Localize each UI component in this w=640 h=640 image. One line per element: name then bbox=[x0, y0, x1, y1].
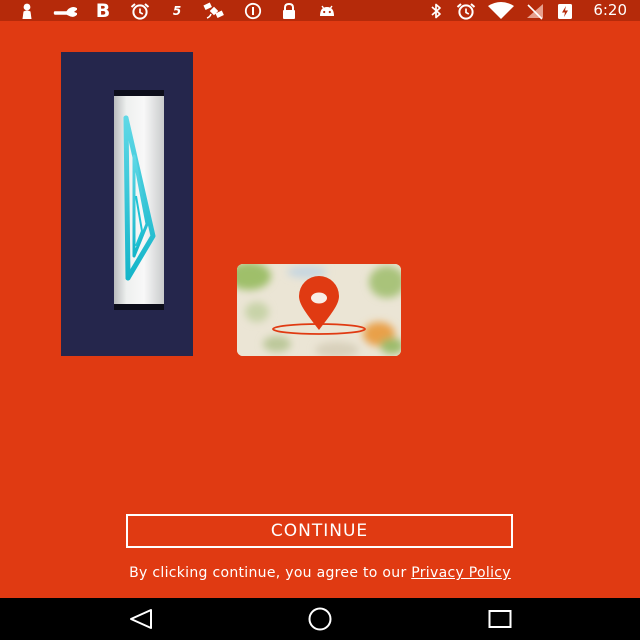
back-icon[interactable] bbox=[121, 606, 161, 632]
satellite-icon bbox=[200, 0, 228, 21]
five-icon: 5 bbox=[172, 3, 182, 18]
bluetooth-icon bbox=[426, 0, 446, 21]
wrench-icon bbox=[52, 0, 78, 21]
battery-charging-icon bbox=[556, 0, 574, 21]
consent-label: By clicking continue, you agree to our bbox=[129, 565, 412, 581]
home-icon[interactable] bbox=[300, 606, 340, 632]
app-logo-card bbox=[114, 90, 164, 310]
wifi-icon bbox=[486, 0, 516, 21]
no-signal-icon bbox=[523, 0, 547, 21]
app-logo-tile bbox=[61, 52, 193, 356]
android-icon bbox=[316, 0, 338, 21]
continue-button[interactable]: CONTINUE bbox=[126, 514, 513, 548]
privacy-policy-link[interactable]: Privacy Policy bbox=[411, 565, 511, 581]
info-icon bbox=[242, 0, 264, 21]
recents-icon[interactable] bbox=[480, 606, 520, 632]
person-icon bbox=[18, 0, 36, 21]
alarm-icon bbox=[128, 0, 152, 21]
lock-icon bbox=[279, 0, 299, 21]
b-icon: B bbox=[95, 0, 111, 22]
map-location-tile bbox=[237, 264, 401, 356]
alarm-icon bbox=[453, 0, 479, 21]
map-thumbnail bbox=[237, 264, 401, 356]
status-time: 6:20 bbox=[593, 1, 627, 19]
app-logo-icon bbox=[123, 115, 156, 281]
onboarding-screen: CONTINUE By clicking continue, you agree… bbox=[0, 21, 640, 598]
consent-text: By clicking continue, you agree to our P… bbox=[0, 565, 640, 581]
status-bar: B 5 6:20 bbox=[0, 0, 640, 22]
navigation-bar bbox=[0, 598, 640, 640]
